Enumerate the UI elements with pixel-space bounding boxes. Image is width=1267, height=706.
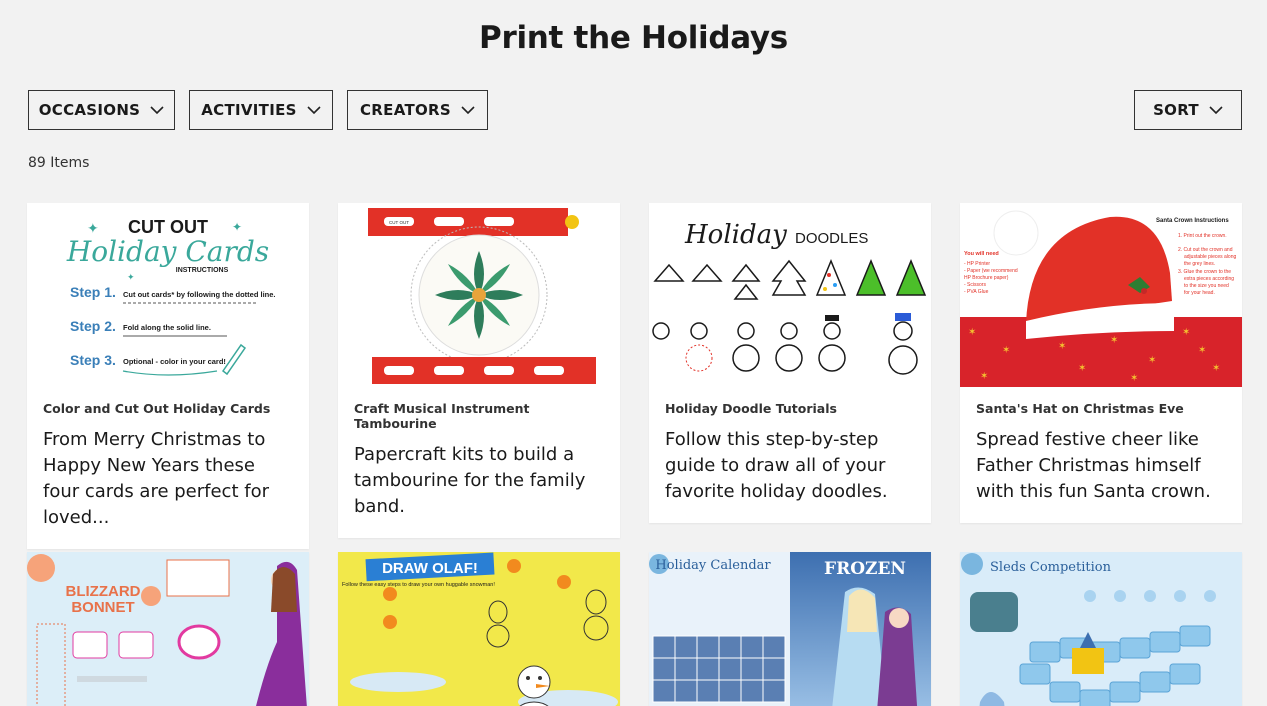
thumb-text: Holiday Cards <box>66 235 269 268</box>
card-description: From Merry Christmas to Happy New Years … <box>43 429 269 528</box>
card-description: Papercraft kits to build a tambourine fo… <box>354 444 586 517</box>
creators-filter-button[interactable]: CREATORS <box>347 90 488 130</box>
svg-text:✦: ✦ <box>127 273 135 283</box>
creators-filter-label: CREATORS <box>360 101 451 119</box>
thumb-text: the grey lines. <box>1184 261 1215 267</box>
svg-text:✶: ✶ <box>980 371 988 382</box>
card-title: Santa's Hat on Christmas Eve <box>976 401 1184 416</box>
card-thumbnail: CUT OUT <box>338 203 620 387</box>
card-doodles[interactable]: Holiday DOODLES Holiday Doodle Tutorials… <box>649 203 931 523</box>
card-tambourine[interactable]: CUT OUT Craft Musical Instrument Tambour… <box>338 203 620 538</box>
svg-text:✦: ✦ <box>232 220 242 234</box>
svg-text:✶: ✶ <box>1198 345 1206 356</box>
thumb-text: extra pieces according <box>1184 276 1234 282</box>
thumb-text: adjustable pieces along <box>1184 254 1236 260</box>
thumb-text: BLIZZARD <box>66 583 141 600</box>
card-thumbnail: DRAW OLAF! Follow these easy steps to dr… <box>338 552 620 706</box>
thumb-text: DRAW OLAF! <box>382 560 478 577</box>
thumb-text: DOODLES <box>795 230 868 247</box>
thumb-text: 3. Glue the crown to the <box>1178 269 1231 275</box>
card-draw-olaf[interactable]: DRAW OLAF! Follow these easy steps to dr… <box>338 552 620 706</box>
thumb-text: for your head. <box>1184 290 1215 296</box>
thumb-text: INSTRUCTIONS <box>176 267 229 274</box>
svg-text:✶: ✶ <box>1148 355 1156 366</box>
card-santa-hat[interactable]: ✶✶✶✶ ✶✶✶✶ ✶✶✶✶ Santa Crown Instructions … <box>960 203 1242 523</box>
thumb-text: You will need <box>964 251 999 257</box>
card-description: Spread festive cheer like Father Christm… <box>976 429 1211 502</box>
svg-text:✶: ✶ <box>1182 327 1190 338</box>
card-title: Craft Musical Instrument Tambourine <box>354 401 530 431</box>
thumb-text: HP Brochure paper) <box>964 275 1009 281</box>
thumb-text: Holiday Calendar <box>655 558 771 573</box>
activities-filter-button[interactable]: ACTIVITIES <box>189 90 333 130</box>
thumb-text: Step 3. <box>70 352 116 368</box>
card-thumbnail: Sleds Competition <box>960 552 1242 706</box>
thumb-text: Santa Crown Instructions <box>1156 218 1229 224</box>
svg-text:✶: ✶ <box>1110 335 1118 346</box>
page-title: Print the Holidays <box>479 20 788 56</box>
thumb-text: 2. Cut out the crown and <box>1178 247 1233 253</box>
chevron-down-icon <box>307 105 321 114</box>
activities-filter-label: ACTIVITIES <box>201 101 297 119</box>
svg-text:✶: ✶ <box>1130 373 1138 384</box>
thumb-text: Sleds Competition <box>990 560 1112 575</box>
card-title: Holiday Doodle Tutorials <box>665 401 837 416</box>
occasions-filter-button[interactable]: OCCASIONS <box>28 90 175 130</box>
thumb-text: - PVA Glue <box>964 289 989 295</box>
thumb-text: Step 1. <box>70 284 116 300</box>
thumb-text: CUT OUT <box>389 220 409 225</box>
card-thumbnail: CUT OUT Holiday Cards INSTRUCTIONS ✦ ✦ ✦… <box>27 203 309 387</box>
svg-text:✶: ✶ <box>1002 345 1010 356</box>
card-thumbnail: Holiday Calendar FROZEN <box>649 552 931 706</box>
svg-text:✶: ✶ <box>1212 363 1220 374</box>
svg-text:✦: ✦ <box>87 221 99 237</box>
thumb-text: Holiday <box>684 220 787 250</box>
card-blizzard-bonnet[interactable]: BLIZZARD BONNET <box>27 552 309 706</box>
thumb-text: BONNET <box>71 599 134 616</box>
thumb-text: 1. Print out the crown. <box>1178 233 1227 239</box>
card-thumbnail: BLIZZARD BONNET <box>27 552 309 706</box>
card-sleds-competition[interactable]: Sleds Competition <box>960 552 1242 706</box>
thumb-text: Fold along the solid line. <box>123 323 211 332</box>
thumb-text: to the size you need <box>1184 283 1229 289</box>
chevron-down-icon <box>461 105 475 114</box>
svg-text:✶: ✶ <box>968 327 976 338</box>
thumb-text: Follow these easy steps to draw your own… <box>342 582 495 588</box>
thumb-text: FROZEN <box>824 559 906 579</box>
thumb-text: CUT OUT <box>128 217 208 237</box>
card-thumbnail: Holiday DOODLES <box>649 203 931 387</box>
occasions-filter-label: OCCASIONS <box>38 101 141 119</box>
thumb-text: Optional - color in your card! <box>123 357 226 366</box>
thumb-text: Step 2. <box>70 318 116 334</box>
thumb-text: - Paper (we recommend <box>964 268 1018 274</box>
sort-label: SORT <box>1153 101 1199 119</box>
thumb-text: Cut out cards* by following the dotted l… <box>123 290 276 299</box>
chevron-down-icon <box>150 105 164 114</box>
items-count: 89 Items <box>28 155 90 171</box>
card-title: Color and Cut Out Holiday Cards <box>43 401 271 416</box>
card-holiday-calendar[interactable]: Holiday Calendar FROZEN <box>649 552 931 706</box>
sort-button[interactable]: SORT <box>1134 90 1242 130</box>
chevron-down-icon <box>1209 105 1223 114</box>
svg-text:✶: ✶ <box>1058 341 1066 352</box>
svg-text:✶: ✶ <box>1078 363 1086 374</box>
thumb-text: - HP Printer <box>964 261 990 267</box>
card-description: Follow this step-by-step guide to draw a… <box>665 429 888 502</box>
card-thumbnail: ✶✶✶✶ ✶✶✶✶ ✶✶✶✶ Santa Crown Instructions … <box>960 203 1242 387</box>
thumb-text: - Scissors <box>964 282 986 288</box>
card-holiday-cards[interactable]: CUT OUT Holiday Cards INSTRUCTIONS ✦ ✦ ✦… <box>27 203 309 549</box>
